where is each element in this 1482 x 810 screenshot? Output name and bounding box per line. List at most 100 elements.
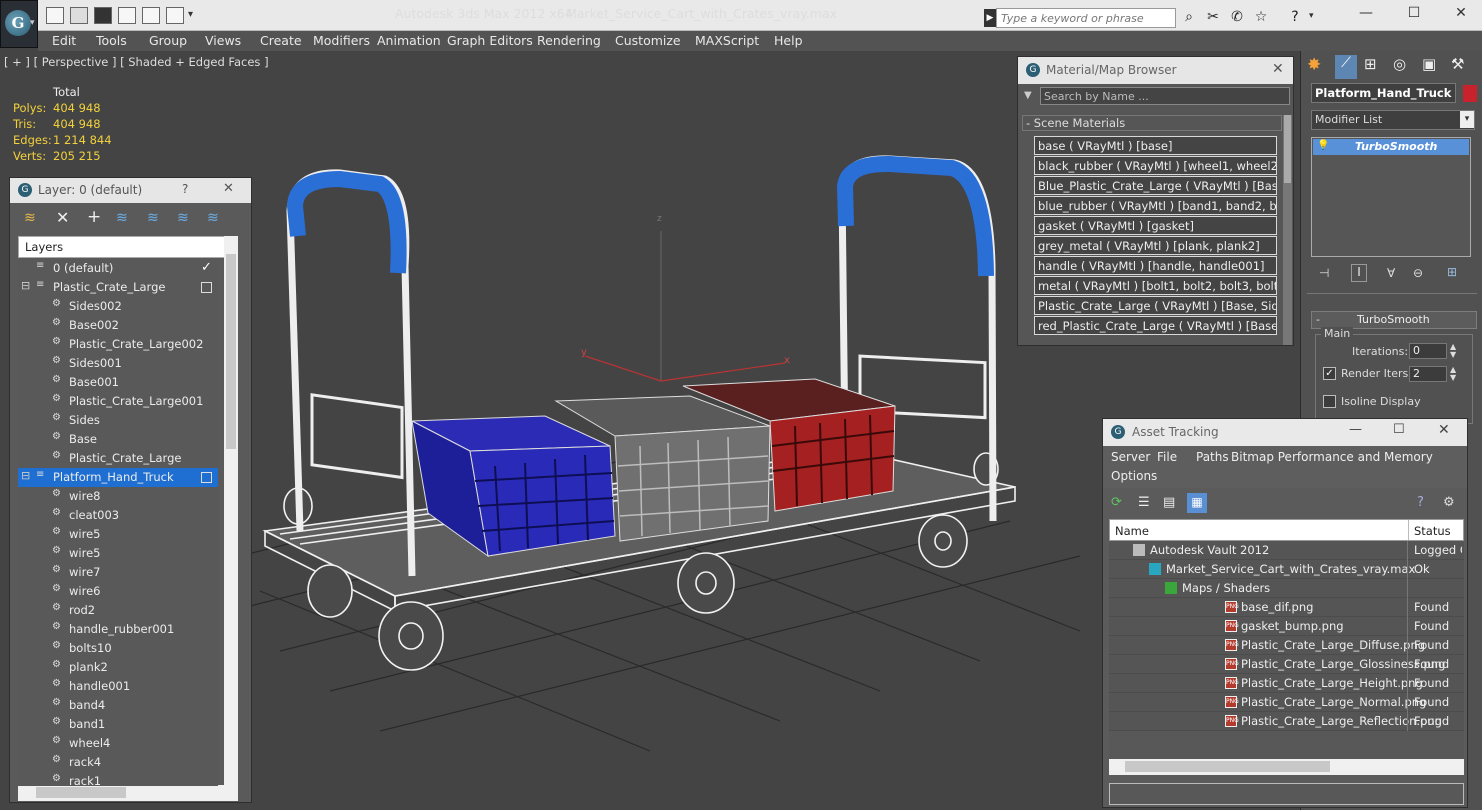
minimize-icon[interactable]: — (1351, 5, 1381, 23)
expand-collapse-icon[interactable]: ⊟ (21, 469, 30, 482)
asset-menu-bitmap-performance[interactable]: Bitmap Performance and Memory (1231, 450, 1433, 464)
thumbnail-view-icon[interactable]: ▤ (1163, 495, 1175, 510)
menu-group[interactable]: Group (149, 33, 187, 48)
close-window-icon[interactable]: ✕ (1446, 5, 1476, 23)
asset-hscroll-thumb[interactable] (1125, 761, 1330, 772)
app-menu-button[interactable]: G ▾ (0, 0, 38, 48)
favorites-star-icon[interactable]: ☆ (1252, 9, 1270, 26)
material-item[interactable]: gasket ( VRayMtl ) [gasket] (1034, 216, 1277, 235)
asset-row[interactable]: PNG Plastic_Crate_Large_Reflection.png Fou… (1109, 712, 1464, 731)
material-item[interactable]: base ( VRayMtl ) [base] (1034, 136, 1277, 155)
object-color-swatch[interactable] (1463, 85, 1477, 102)
asset-settings-icon[interactable]: ⚙ (1443, 495, 1455, 510)
layer-object-row[interactable]: ⚙ handle_rubber001 (18, 620, 218, 639)
create-layer-icon[interactable]: ≋ (24, 210, 36, 226)
scene-materials-group[interactable]: - Scene Materials (1022, 115, 1282, 131)
layer-object-row[interactable]: ⚙ wire5 (18, 544, 218, 563)
menu-views[interactable]: Views (205, 33, 241, 48)
material-scroll-thumb[interactable] (1284, 115, 1291, 183)
layers-column-header[interactable]: Layers (18, 236, 230, 258)
motion-tab-icon[interactable]: ◎ (1393, 55, 1406, 73)
material-item[interactable]: red_Plastic_Crate_Large ( VRayMtl ) [Bas… (1034, 316, 1277, 335)
asset-help-icon[interactable]: ? (1417, 495, 1424, 510)
layer-object-row[interactable]: ⚙ plank2 (18, 658, 218, 677)
modifier-stack-item[interactable]: 💡 TurboSmooth (1313, 139, 1469, 155)
layer-row[interactable]: ⊟ ≡ Platform_Hand_Truck (18, 468, 218, 487)
hierarchy-tab-icon[interactable]: ⊞ (1364, 55, 1377, 73)
layer-object-row[interactable]: ⚙ wheel4 (18, 734, 218, 753)
layer-object-row[interactable]: ⚙ Plastic_Crate_Large001 (18, 392, 218, 411)
pin-stack-icon[interactable]: ⊣ (1319, 266, 1329, 280)
column-name-header[interactable]: Name (1115, 524, 1149, 538)
asset-menu-server[interactable]: Server (1111, 450, 1150, 464)
binoculars-icon[interactable]: ⌕ (1180, 9, 1198, 26)
display-tab-icon[interactable]: ▣ (1422, 55, 1436, 73)
menu-customize[interactable]: Customize (615, 33, 681, 48)
add-to-layer-icon[interactable]: + (87, 207, 101, 227)
menu-help[interactable]: Help (774, 33, 803, 48)
material-browser-titlebar[interactable]: G Material/Map Browser ✕ (1018, 57, 1293, 84)
layer-row[interactable]: ⊟ ≡ Plastic_Crate_Large (18, 278, 218, 297)
viewport-label[interactable]: [ + ] [ Perspective ] [ Shaded + Edged F… (4, 55, 269, 69)
layer-object-row[interactable]: ⚙ rack4 (18, 753, 218, 772)
list-view-icon[interactable]: ☰ (1138, 495, 1150, 510)
menu-edit[interactable]: Edit (52, 33, 76, 48)
browser-options-icon[interactable]: ▼ (1024, 90, 1032, 101)
layer-object-row[interactable]: ⚙ band1 (18, 715, 218, 734)
hold-icon[interactable] (118, 7, 136, 24)
set-current-layer-box[interactable] (201, 472, 212, 483)
material-search-input[interactable]: Search by Name ... (1040, 87, 1290, 105)
layer-row[interactable]: ≡ 0 (default) (18, 259, 218, 278)
material-browser-close[interactable]: ✕ (1272, 61, 1284, 77)
lightbulb-icon[interactable]: 💡 (1317, 140, 1329, 151)
menu-rendering[interactable]: Rendering (537, 33, 601, 48)
communication-center-icon[interactable]: ✆ (1228, 9, 1246, 26)
modify-tab-icon[interactable]: ⟋ (1335, 55, 1357, 79)
layer-object-row[interactable]: ⚙ rack1 (18, 772, 218, 786)
material-item[interactable]: Blue_Plastic_Crate_Large ( VRayMtl ) [Ba… (1034, 176, 1277, 195)
utilities-tab-icon[interactable]: ⚒ (1451, 55, 1464, 73)
remove-modifier-icon[interactable]: ⊖ (1413, 266, 1423, 280)
quick-access-dropdown-icon[interactable]: ▾ (188, 9, 193, 20)
create-tab-icon[interactable]: ✸ (1307, 55, 1329, 79)
asset-row[interactable]: Autodesk Vault 2012 Logged C (1109, 541, 1464, 560)
iterations-spinner-arrows[interactable]: ▲ ▼ (1450, 343, 1456, 359)
layer-help-button[interactable]: ? (182, 182, 188, 196)
delete-layer-icon[interactable]: ✕ (56, 208, 69, 227)
layer-object-row[interactable]: ⚙ wire7 (18, 563, 218, 582)
layer-object-row[interactable]: ⚙ Base002 (18, 316, 218, 335)
material-item[interactable]: metal ( VRayMtl ) [bolt1, bolt2, bolt3, … (1034, 276, 1277, 295)
layer-vertical-scrollbar[interactable] (224, 236, 238, 785)
highlight-selected-layer-icon[interactable]: ≋ (147, 210, 159, 226)
fetch-icon[interactable] (142, 7, 160, 24)
layer-scroll-thumb[interactable] (226, 254, 236, 449)
expand-collapse-icon[interactable]: ⊟ (21, 279, 30, 292)
layer-horizontal-scrollbar[interactable] (18, 785, 238, 801)
iterations-spinner-input[interactable]: 0 (1409, 343, 1447, 359)
material-scrollbar[interactable] (1283, 115, 1292, 345)
asset-row[interactable]: PNG base_dif.png Found (1109, 598, 1464, 617)
menu-maxscript[interactable]: MAXScript (695, 33, 759, 48)
make-unique-icon[interactable]: ∀ (1387, 266, 1395, 280)
asset-row[interactable]: Market_Service_Cart_with_Crates_vray.max… (1109, 560, 1464, 579)
asset-menu-paths[interactable]: Paths (1196, 450, 1229, 464)
asset-close-icon[interactable]: ✕ (1438, 422, 1450, 438)
expand-search-icon[interactable]: ▶ (984, 9, 996, 27)
layer-object-row[interactable]: ⚙ Sides002 (18, 297, 218, 316)
asset-row[interactable]: PNG Plastic_Crate_Large_Height.png Found (1109, 674, 1464, 693)
subscription-icon[interactable]: ✂ (1204, 9, 1222, 26)
asset-tracking-titlebar[interactable]: G Asset Tracking — ☐ ✕ (1103, 419, 1467, 446)
material-item[interactable]: Plastic_Crate_Large ( VRayMtl ) [Base, S… (1034, 296, 1277, 315)
set-current-layer-box[interactable] (201, 282, 212, 293)
layer-object-row[interactable]: ⚙ wire6 (18, 582, 218, 601)
material-item[interactable]: handle ( VRayMtl ) [handle, handle001] (1034, 256, 1277, 275)
asset-horizontal-scrollbar[interactable] (1109, 759, 1464, 775)
layer-panel-titlebar[interactable]: G Layer: 0 (default) ? ✕ (10, 178, 251, 203)
hide-all-layers-icon[interactable]: ≋ (177, 210, 189, 226)
asset-row[interactable]: PNG Plastic_Crate_Large_Diffuse.png Found (1109, 636, 1464, 655)
material-item[interactable]: blue_rubber ( VRayMtl ) [band1, band2, b… (1034, 196, 1277, 215)
layer-close-button[interactable]: ✕ (223, 181, 234, 196)
project-folder-icon[interactable] (166, 7, 184, 24)
select-objects-in-layer-icon[interactable]: ≋ (116, 210, 128, 226)
help-dropdown-icon[interactable]: ▾ (1309, 11, 1314, 21)
